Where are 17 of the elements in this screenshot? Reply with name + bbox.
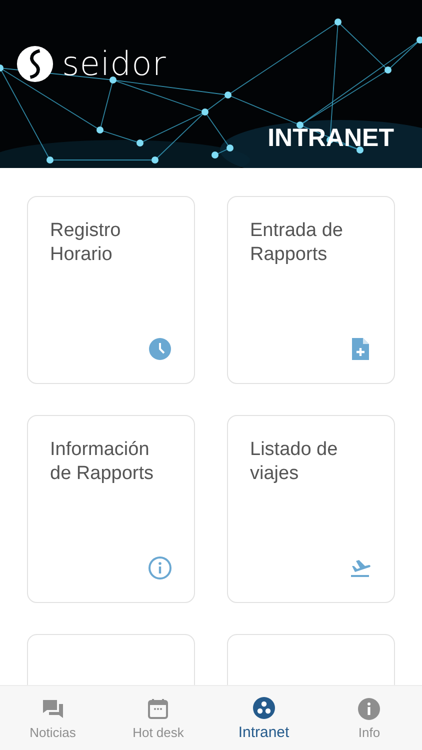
calendar-icon [146, 696, 170, 720]
header-title: INTRANET [268, 124, 394, 153]
card-title: Listado de viajes [250, 438, 339, 486]
logo-icon [16, 44, 54, 82]
dots-circle-icon [252, 696, 276, 720]
card-title: Registro Horario [50, 219, 122, 267]
info-icon [357, 696, 382, 720]
info-icon [148, 556, 172, 580]
logo-text: seidor [62, 44, 166, 83]
nav-tab[interactable]: Intranet [211, 686, 316, 750]
menu-card[interactable]: Entrada de Rapports [227, 196, 395, 384]
menu-card[interactable]: Registro Horario [27, 196, 195, 384]
card-title: Información de Rapports [50, 438, 155, 486]
menu-card[interactable]: Información de Rapports [27, 415, 195, 603]
menu-card[interactable]: Listado de viajes [227, 415, 395, 603]
card-title: Entrada de Rapports [250, 219, 344, 267]
clock-icon [148, 337, 172, 361]
